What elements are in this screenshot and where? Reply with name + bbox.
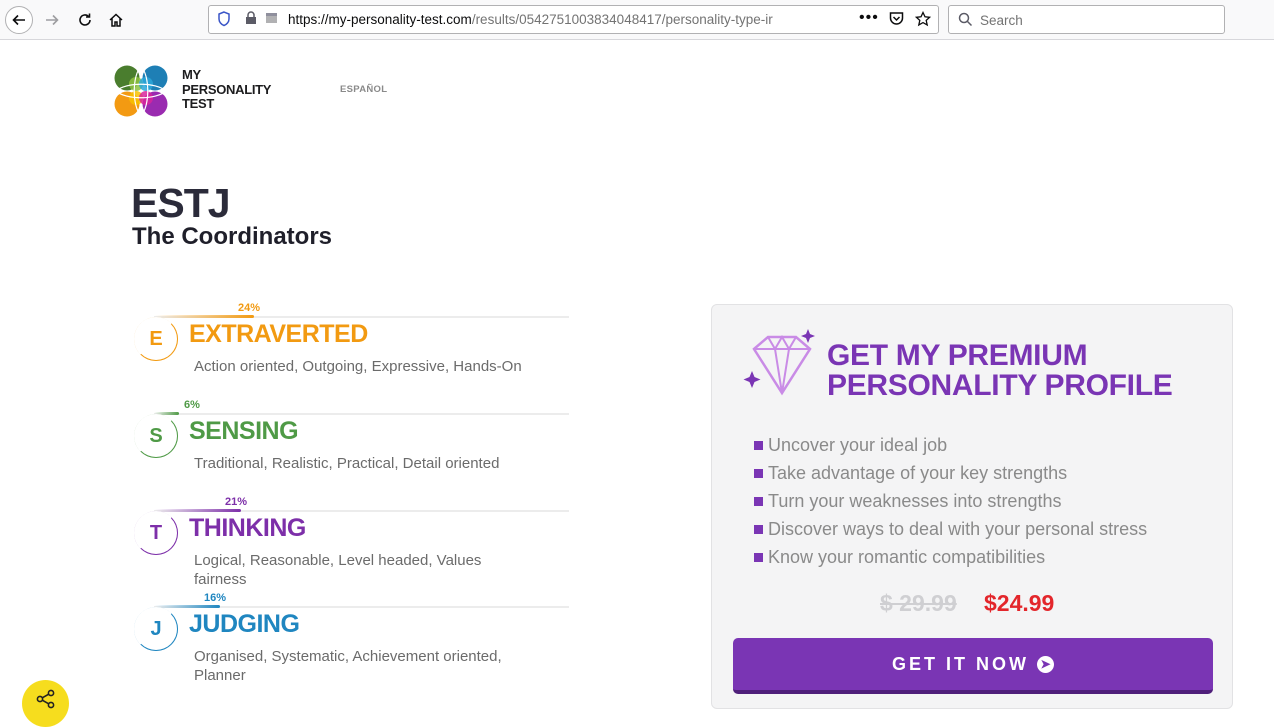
get-it-now-button[interactable]: GET IT NOW ➤ — [733, 638, 1213, 694]
tracking-shield-icon[interactable] — [217, 11, 231, 30]
pocket-icon[interactable] — [889, 11, 904, 29]
page-info-icon[interactable] — [265, 11, 279, 28]
trait-extraverted: 24% E EXTRAVERTED Action oriented, Outgo… — [134, 302, 574, 397]
benefits-list: Uncover your ideal job Take advantage of… — [754, 431, 1147, 571]
old-price: $ 29.99 — [880, 590, 957, 616]
more-actions-icon[interactable]: ••• — [859, 9, 879, 27]
diamond-icon — [743, 329, 815, 396]
bullet-square-icon — [754, 552, 763, 562]
lock-icon[interactable] — [245, 11, 257, 28]
arrow-circle-right-icon: ➤ — [1037, 655, 1054, 673]
logo-line-1: MY — [182, 67, 201, 82]
benefit-item: Know your romantic compatibilities — [754, 543, 1147, 571]
benefit-text: Turn your weaknesses into strengths — [768, 491, 1062, 511]
logo-line-3: TEST — [182, 96, 215, 111]
trait-track — [154, 413, 569, 415]
language-link[interactable]: ESPAÑOL — [340, 84, 387, 95]
arrow-right-icon — [46, 14, 59, 26]
trait-thinking: 21% T THINKING Logical, Reasonable, Leve… — [134, 496, 574, 591]
cta-label: GET IT NOW — [892, 653, 1029, 674]
benefit-item: Turn your weaknesses into strengths — [754, 487, 1147, 515]
search-input[interactable]: Search — [980, 13, 1023, 28]
trait-letter-badge: E — [134, 317, 178, 361]
personality-type-name: The Coordinators — [132, 223, 333, 250]
benefit-text: Uncover your ideal job — [768, 435, 948, 455]
trait-name: SENSING — [189, 417, 299, 445]
trait-description: Action oriented, Outgoing, Expressive, H… — [194, 358, 522, 375]
premium-offer-card: GET MY PREMIUM PERSONALITY PROFILE Uncov… — [711, 304, 1233, 709]
benefit-item: Uncover your ideal job — [754, 431, 1147, 459]
home-button[interactable] — [102, 6, 130, 34]
reload-button[interactable] — [71, 6, 99, 34]
site-logo[interactable] — [114, 64, 168, 118]
share-icon — [36, 689, 54, 708]
reload-icon — [79, 13, 91, 26]
sale-price: $24.99 — [984, 590, 1055, 616]
search-icon — [958, 12, 973, 30]
bullet-square-icon — [754, 468, 763, 478]
benefit-text: Discover ways to deal with your personal… — [768, 519, 1148, 539]
premium-title-line-1: GET MY PREMIUM — [827, 339, 1088, 372]
trait-description: Traditional, Realistic, Practical, Detai… — [194, 455, 500, 472]
trait-bar — [154, 509, 241, 512]
back-button[interactable] — [5, 6, 33, 34]
trait-letter-badge: J — [134, 607, 178, 651]
trait-percent: 16% — [204, 592, 227, 604]
home-icon — [109, 13, 123, 27]
trait-name: EXTRAVERTED — [189, 320, 368, 348]
trait-bar — [154, 315, 254, 318]
trait-judging: 16% J JUDGING Organised, Systematic, Ach… — [134, 592, 574, 687]
trait-description: Organised, Systematic, Achievement orien… — [194, 648, 502, 684]
url-domain: https://my-personality-test.com — [288, 12, 472, 27]
trait-sensing: 6% S SENSING Traditional, Realistic, Pra… — [134, 399, 574, 494]
benefit-text: Take advantage of your key strengths — [768, 463, 1068, 483]
trait-name: JUDGING — [189, 610, 300, 638]
trait-percent: 21% — [225, 496, 248, 508]
bullet-square-icon — [754, 524, 763, 534]
browser-toolbar: https://my-personality-test.com/results/… — [0, 0, 1274, 40]
trait-letter-badge: S — [134, 414, 178, 458]
bookmark-star-icon[interactable] — [914, 10, 932, 30]
premium-title-line-2: PERSONALITY PROFILE — [827, 369, 1173, 402]
search-bar[interactable]: Search — [948, 5, 1225, 34]
bullet-square-icon — [754, 496, 763, 506]
forward-button[interactable] — [38, 6, 66, 34]
logo-line-2: PERSONALITY — [182, 81, 272, 97]
benefit-item: Discover ways to deal with your personal… — [754, 515, 1147, 543]
trait-name: THINKING — [189, 514, 306, 542]
personality-type-code: ESTJ — [131, 180, 231, 226]
url-path: /results/0542751003834048417/personality… — [471, 12, 773, 27]
benefit-item: Take advantage of your key strengths — [754, 459, 1147, 487]
bullet-square-icon — [754, 440, 763, 450]
url-bar[interactable]: https://my-personality-test.com/results/… — [208, 5, 939, 34]
arrow-left-icon — [12, 14, 25, 26]
benefit-text: Know your romantic compatibilities — [768, 547, 1046, 567]
trait-percent: 6% — [184, 399, 200, 411]
trait-percent: 24% — [238, 302, 261, 314]
share-button[interactable] — [22, 680, 69, 727]
premium-title: GET MY PREMIUM PERSONALITY PROFILE — [827, 339, 1173, 402]
trait-description: Logical, Reasonable, Level headed, Value… — [194, 552, 482, 588]
logo-wordmark[interactable]: MY PERSONALITY TEST — [182, 67, 272, 112]
trait-letter-badge: T — [134, 511, 178, 555]
url-text[interactable]: https://my-personality-test.com/results/… — [288, 12, 828, 27]
